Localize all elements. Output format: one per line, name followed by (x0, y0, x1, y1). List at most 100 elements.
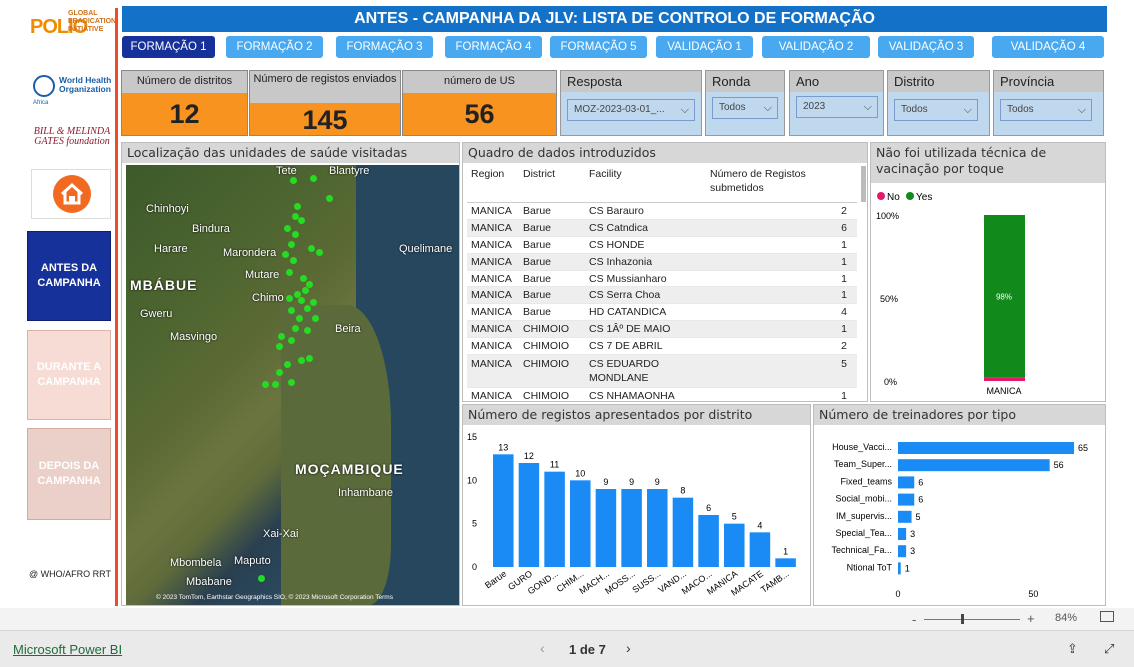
table-row[interactable]: MANICA Barue CS Catndica 6 (467, 219, 857, 237)
facility-marker[interactable] (308, 245, 315, 252)
tab-valida-o-4[interactable]: VALIDAÇÃO 4 (992, 36, 1104, 58)
table-row[interactable]: MANICA Barue CS Mussianharo 1 (467, 271, 857, 288)
facility-marker[interactable] (316, 249, 323, 256)
table-row[interactable]: MANICA Barue CS Barauro 2 (467, 203, 857, 220)
facility-marker[interactable] (304, 327, 311, 334)
bar-no[interactable] (984, 377, 1025, 381)
col-header-district[interactable]: District (523, 167, 555, 181)
table-row[interactable]: MANICA CHIMOIO CS 7 DE ABRIL 2 (467, 338, 857, 356)
col-header-records[interactable]: Número de Registos submetidos (710, 167, 830, 195)
facility-marker[interactable] (300, 275, 307, 282)
table-row[interactable]: MANICA CHIMOIO CS 1Âº DE MAIO 1 (467, 321, 857, 339)
table-row[interactable]: MANICA CHIMOIO CS EDUARDO MONDLANE 5 (467, 355, 857, 389)
nav-durante-a-campanha[interactable]: DURANTE A CAMPANHA (27, 330, 111, 420)
col-header-region[interactable]: Region (471, 167, 504, 181)
nav-antes-da-campanha[interactable]: ANTES DA CAMPANHA (27, 231, 111, 321)
bar-socialmobi[interactable] (898, 493, 915, 506)
facility-marker[interactable] (298, 357, 305, 364)
facility-marker[interactable] (310, 175, 317, 182)
bar-teamsuper[interactable] (898, 459, 1050, 472)
bar-ntionaltot[interactable] (898, 562, 901, 575)
zoom-slider[interactable] (924, 619, 1020, 620)
facility-marker[interactable] (284, 225, 291, 232)
slicer-ano-dropdown[interactable]: 2023 ⌵ (796, 96, 878, 118)
facility-marker[interactable] (302, 287, 309, 294)
tab-forma-o-1[interactable]: FORMAÇÃO 1 (122, 36, 215, 58)
slicer-distrito-dropdown[interactable]: Todos ⌵ (894, 99, 978, 121)
bar-barue[interactable] (493, 454, 514, 567)
bar-fixedteams[interactable] (898, 476, 915, 489)
bar-gond[interactable] (544, 471, 565, 567)
tab-forma-o-3[interactable]: FORMAÇÃO 3 (336, 36, 433, 58)
facility-marker[interactable] (304, 305, 311, 312)
facility-marker[interactable] (288, 337, 295, 344)
bar-macate[interactable] (749, 532, 771, 567)
table-row[interactable]: MANICA Barue HD CATANDICA 4 (467, 304, 857, 322)
next-page-icon[interactable]: › (626, 640, 631, 656)
facility-marker[interactable] (258, 575, 265, 582)
facility-marker[interactable] (292, 231, 299, 238)
bar-mach[interactable] (595, 489, 617, 567)
tab-valida-o-3[interactable]: VALIDAÇÃO 3 (878, 36, 974, 58)
facility-marker[interactable] (288, 241, 295, 248)
prev-page-icon[interactable]: ‹ (540, 640, 545, 656)
facility-marker[interactable] (312, 315, 319, 322)
table-row[interactable]: MANICA Barue CS Serra Choa 1 (467, 287, 857, 305)
power-bi-link[interactable]: Microsoft Power BI (13, 642, 122, 657)
bar-imsupervis[interactable] (898, 510, 912, 523)
facility-marker[interactable] (306, 355, 313, 362)
bar-moss[interactable] (621, 489, 642, 567)
bar-specialtea[interactable] (898, 528, 907, 540)
tab-valida-o-2[interactable]: VALIDAÇÃO 2 (762, 36, 870, 58)
facility-marker[interactable] (282, 251, 289, 258)
map-view[interactable]: Tete Blantyre Chinhoyi Bindura Harare Maronde… (126, 165, 459, 605)
facility-marker[interactable] (294, 203, 301, 210)
fit-to-page-icon[interactable] (1100, 611, 1114, 622)
bar-guro[interactable] (518, 463, 540, 567)
slicer-resposta-dropdown[interactable]: MOZ-2023-03-01_... ⌵ (567, 99, 695, 121)
facility-marker[interactable] (272, 381, 279, 388)
facility-marker[interactable] (288, 379, 295, 386)
tab-forma-o-2[interactable]: FORMAÇÃO 2 (226, 36, 323, 58)
facility-marker[interactable] (288, 307, 295, 314)
share-icon[interactable]: ⇪ (1067, 641, 1078, 657)
facility-marker[interactable] (286, 295, 293, 302)
bar-manica[interactable] (724, 523, 745, 567)
tab-valida-o-1[interactable]: VALIDAÇÃO 1 (656, 36, 753, 58)
table-row[interactable]: MANICA Barue CS HONDE 1 (467, 237, 857, 254)
nav-depois-da-campanha[interactable]: DEPOIS DA CAMPANHA (27, 428, 111, 520)
home-button[interactable] (31, 169, 111, 219)
bar-housevacci[interactable] (898, 442, 1075, 454)
zoom-in-button[interactable]: + (1027, 611, 1035, 626)
facility-marker[interactable] (326, 195, 333, 202)
slicer-ronda-dropdown[interactable]: Todos ⌵ (712, 97, 778, 119)
facility-marker[interactable] (290, 257, 297, 264)
col-header-facility[interactable]: Facility (589, 167, 622, 181)
tab-forma-o-5[interactable]: FORMAÇÃO 5 (550, 36, 647, 58)
facility-marker[interactable] (290, 177, 297, 184)
bar-tamb[interactable] (775, 558, 796, 567)
bar-chim[interactable] (570, 480, 591, 567)
facility-marker[interactable] (310, 299, 317, 306)
facility-marker[interactable] (296, 315, 303, 322)
table-row[interactable]: MANICA Barue CS Inhazonia 1 (467, 253, 857, 271)
facility-marker[interactable] (262, 381, 269, 388)
facility-marker[interactable] (298, 297, 305, 304)
bar-technicalfa[interactable] (898, 545, 907, 558)
zoom-slider-thumb[interactable] (961, 614, 964, 624)
zoom-out-button[interactable]: - (912, 612, 916, 627)
facility-marker[interactable] (298, 217, 305, 224)
facility-marker[interactable] (278, 333, 285, 340)
facility-marker[interactable] (276, 343, 283, 350)
fullscreen-icon[interactable]: ⤢ (1104, 641, 1114, 657)
tab-forma-o-4[interactable]: FORMAÇÃO 4 (445, 36, 542, 58)
facility-marker[interactable] (284, 361, 291, 368)
table-scrollbar[interactable] (861, 166, 866, 202)
facility-marker[interactable] (292, 325, 299, 332)
facility-marker[interactable] (286, 269, 293, 276)
slicer-provincia-dropdown[interactable]: Todos ⌵ (1000, 99, 1092, 121)
bar-suss[interactable] (647, 489, 668, 567)
table-row[interactable]: MANICA CHIMOIO CS NHAMAONHA 1 (467, 388, 857, 401)
bar-vand[interactable] (672, 497, 694, 567)
bar-maco[interactable] (698, 515, 719, 567)
